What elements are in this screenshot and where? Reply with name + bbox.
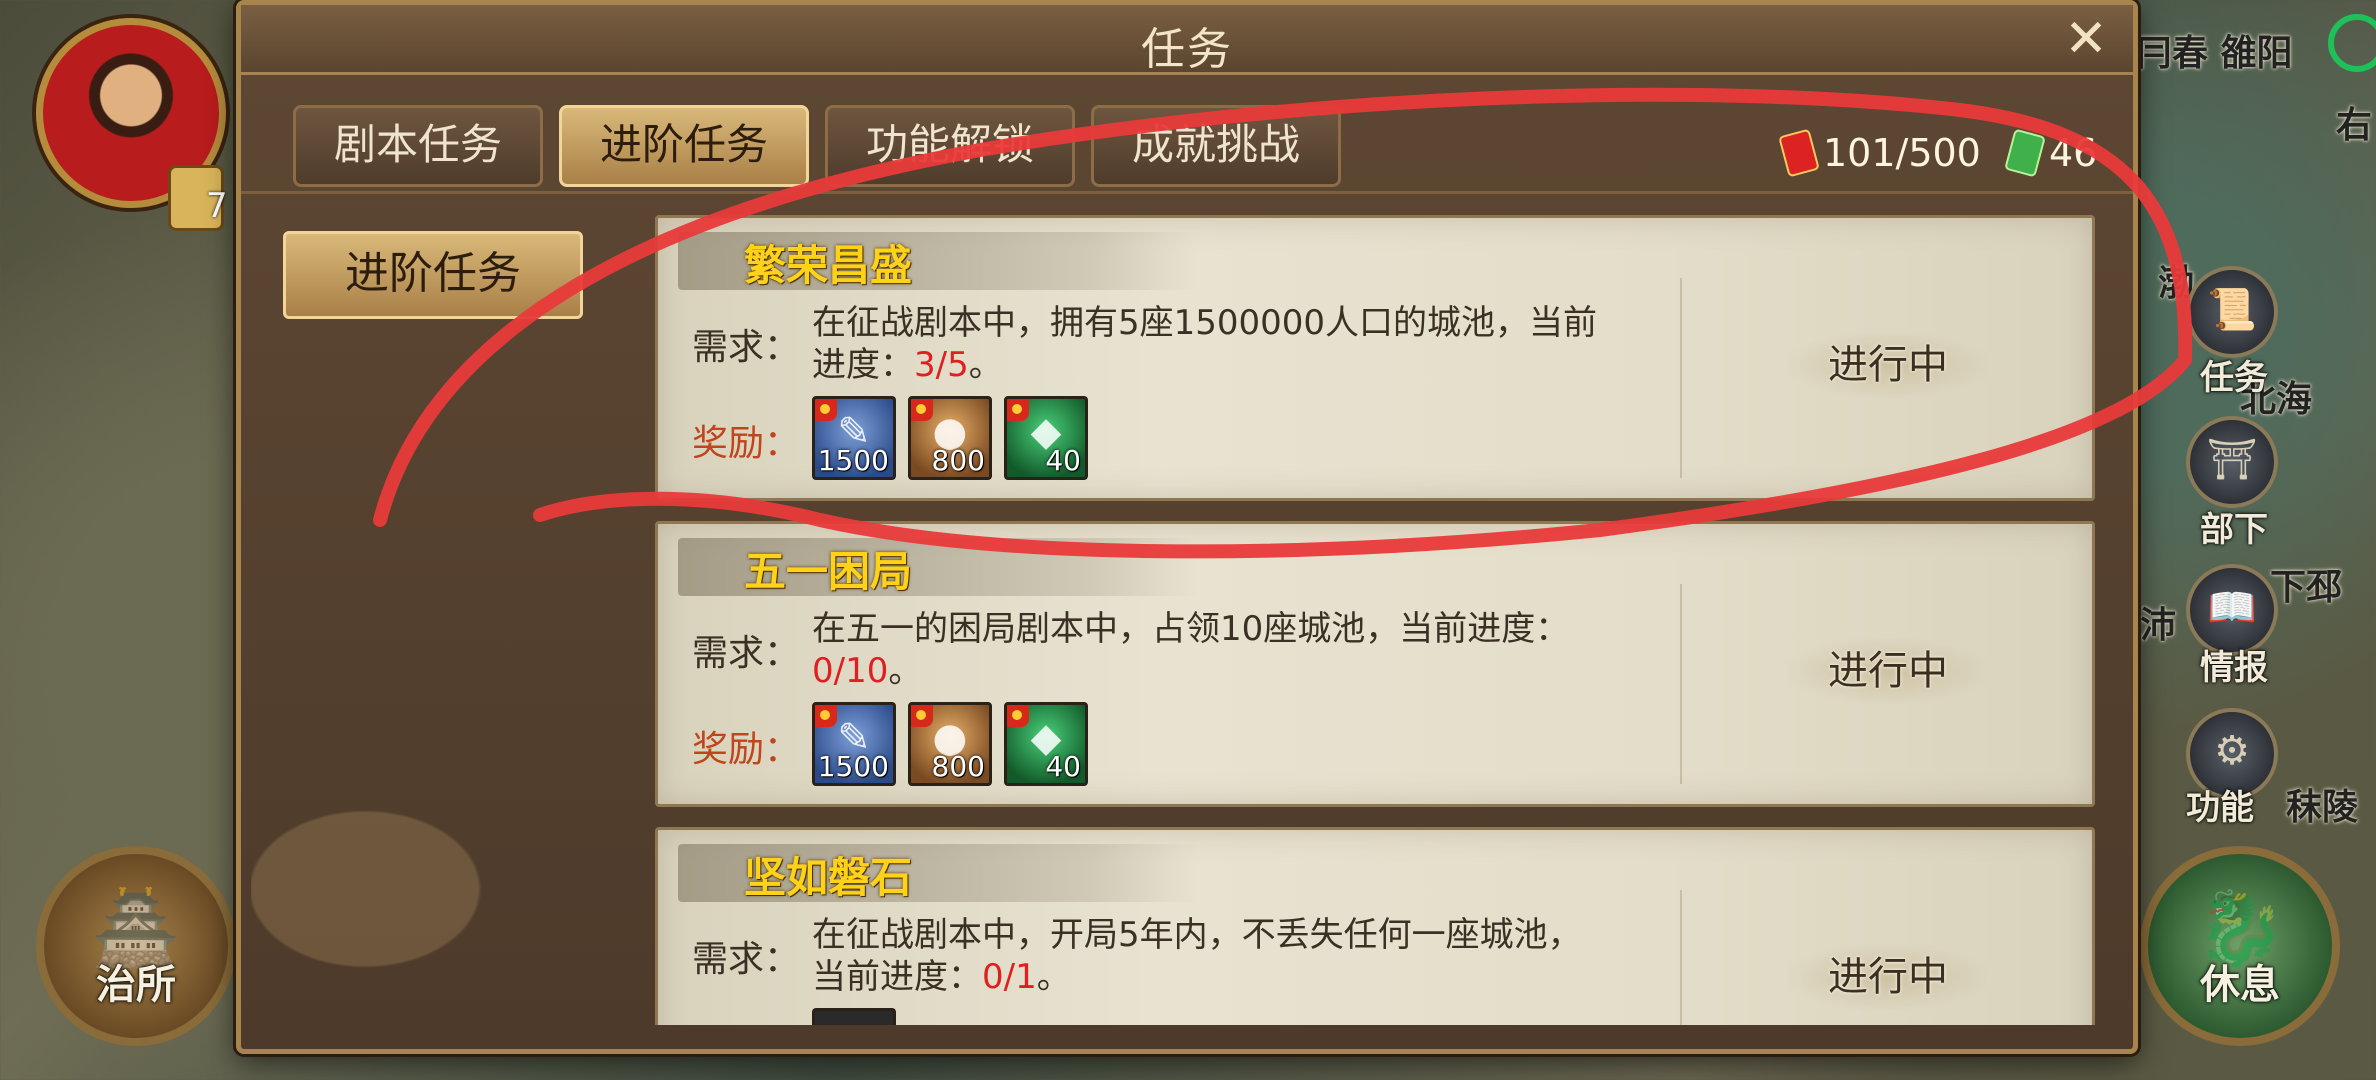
quest-status-button[interactable]: 进行中 [1788,332,1988,398]
jade-value: 46 [2049,131,2098,175]
quest-progress: 0/10 [812,651,889,691]
reward-list: ✎ 1500 ● 800 ◆ 40 [812,396,1088,480]
quest-status-button[interactable]: 进行中 [1788,944,1988,1010]
requirement-label: 需求： [692,327,801,368]
dialog-titlebar: 任务 ✕ [241,5,2133,75]
quest-title: 五一困局 [744,547,913,596]
side-menu-tasks-label: 任务 [2200,358,2268,398]
map-city-top-right: 冃春 雒阳 [2136,33,2293,74]
sidebar-decoration [251,709,631,1009]
tab-divider [241,191,2133,194]
card-separator [1680,584,1682,784]
reward-item[interactable]: ◆ 40 [1004,702,1088,786]
reward-item[interactable]: ● 800 [908,702,992,786]
quest-progress: 0/1 [982,957,1037,997]
governor-office-button[interactable]: 🏯 治所 [36,846,236,1046]
quest-progress: 3/5 [914,345,969,385]
requirement-text: 在征战剧本中，拥有5座1500000人口的城池，当前进度：3/5。 [812,303,1598,385]
side-menu-subordinates-label: 部下 [2200,510,2268,550]
tab-feature-unlock[interactable]: 功能解锁 [825,105,1075,187]
jade-counter: 46 [2004,128,2098,178]
gate-icon: ⛩ [2206,437,2258,483]
card-separator [1680,278,1682,478]
close-button[interactable]: ✕ [2057,11,2115,69]
side-menu-subordinates[interactable]: ⛩ [2186,416,2278,508]
side-menu-intel-label: 情报 [2200,648,2268,688]
scroll-icon: 📜 [2207,287,2257,333]
map-city-label: 沛 [2140,605,2177,646]
map-city-label: 秣陵 [2286,787,2359,828]
reward-list: ✎ 1500 ● 800 ◆ 40 [812,702,1088,786]
tab-advanced-tasks[interactable]: 进阶任务 [559,105,809,187]
task-dialog: 任务 ✕ 剧本任务 进阶任务 功能解锁 成就挑战 101/500 46 进阶任务… [236,0,2138,1054]
token-counter: 101/500 [1778,128,1981,178]
side-menu-functions-label: 功能 [2186,788,2254,828]
gear-icon: ⚙ [2214,728,2250,774]
quest-card: 五一困局 需求： 在五一的困局剧本中，占领10座城池，当前进度：0/10。 奖励… [655,521,2095,807]
reward-item[interactable]: ● 800 [908,396,992,480]
card-separator [1680,890,1682,1025]
side-menu-tasks[interactable]: 📜 [2186,266,2278,358]
tab-achievements[interactable]: 成就挑战 [1091,105,1341,187]
quest-card: 繁荣昌盛 需求： 在征战剧本中，拥有5座1500000人口的城池，当前进度：3/… [655,215,2095,501]
requirement-label: 需求： [692,939,801,980]
quest-card: 坚如磐石 需求： 在征战剧本中，开局5年内，不丢失任何一座城池，当前进度：0/1… [655,827,2095,1025]
map-city-label: 下邳 [2270,567,2343,608]
map-city-label: 右 [2336,105,2373,146]
token-value: 101/500 [1823,131,1981,175]
requirement-text: 在征战剧本中，开局5年内，不丢失任何一座城池，当前进度：0/1。 [812,915,1582,997]
reward-label: 奖励： [692,423,801,464]
player-level-fragment: 7 [206,186,228,226]
reward-item[interactable]: ✎ 1500 [812,396,896,480]
red-envelope-icon [1778,128,1820,178]
tab-script-tasks[interactable]: 剧本任务 [293,105,543,187]
rest-button[interactable]: 🐉 休息 [2140,846,2340,1046]
dialog-title: 任务 [1141,24,1233,75]
jade-icon [2004,128,2046,178]
requirement-label: 需求： [692,633,801,674]
book-icon: 📖 [2207,585,2257,631]
sidebar-item-advanced-tasks[interactable]: 进阶任务 [283,231,583,319]
requirement-text: 在五一的困局剧本中，占领10座城池，当前进度：0/10。 [812,609,1570,691]
quest-title: 繁荣昌盛 [744,241,913,290]
reward-item[interactable]: ✎ 1500 [812,702,896,786]
quest-list[interactable]: 繁荣昌盛 需求： 在征战剧本中，拥有5座1500000人口的城池，当前进度：3/… [655,215,2095,1025]
compass-icon [2328,14,2376,72]
reward-label: 奖励： [692,729,801,770]
quest-title: 坚如磐石 [744,853,913,902]
reward-item[interactable] [812,1008,896,1025]
quest-status-button[interactable]: 进行中 [1788,638,1988,704]
reward-item[interactable]: ◆ 40 [1004,396,1088,480]
